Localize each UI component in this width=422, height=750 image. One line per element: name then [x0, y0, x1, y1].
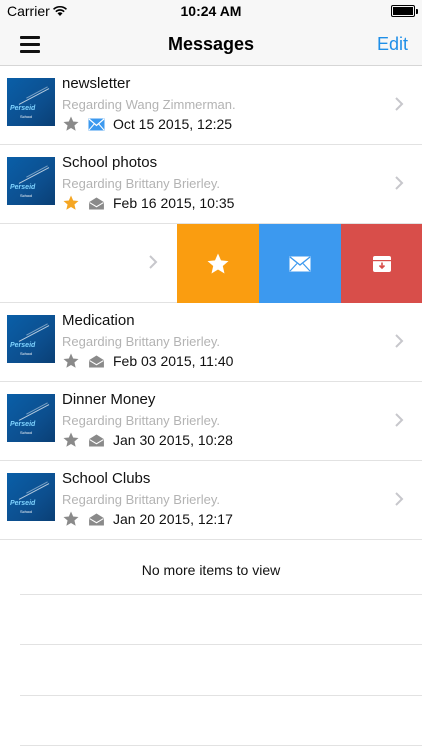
message-row[interactable]: Perseid School Medication Regarding Britt… [0, 303, 422, 382]
envelope-icon [289, 255, 311, 271]
message-date: Jan 20 2015, 12:17 [113, 511, 233, 527]
message-subject: Medication [62, 312, 135, 329]
empty-row-divider [20, 644, 422, 645]
empty-row-divider [20, 594, 422, 595]
envelope-read-icon [89, 513, 104, 526]
message-regarding: Regarding Brittany Brierley. [62, 334, 220, 349]
message-regarding: Regarding Brittany Brierley. [62, 413, 220, 428]
message-date: Feb 03 2015, 11:40 [113, 353, 234, 369]
envelope-read-icon [89, 197, 104, 210]
message-date: Feb 16 2015, 10:35 [113, 195, 235, 211]
message-date: Jan 30 2015, 10:28 [113, 432, 233, 448]
envelope-read-icon [89, 434, 104, 447]
chevron-right-icon [395, 334, 404, 348]
message-regarding: Regarding Brittany Brierley. [62, 176, 220, 191]
star-icon[interactable] [62, 431, 80, 449]
empty-row-divider [20, 745, 422, 746]
clock: 10:24 AM [180, 3, 242, 19]
message-date: Oct 15 2015, 12:25 [113, 116, 233, 132]
star-icon[interactable] [62, 194, 80, 212]
message-row[interactable]: Perseid School School photos Regarding Br… [0, 145, 422, 224]
battery-icon [391, 5, 418, 17]
thumbnail-placeholder [7, 232, 59, 284]
swiped-message-row[interactable] [0, 224, 422, 303]
star-action-button[interactable] [177, 224, 259, 303]
star-icon [207, 253, 229, 273]
page-title: Messages [167, 34, 255, 54]
star-icon[interactable] [62, 510, 80, 528]
school-logo-thumbnail: Perseid School [7, 157, 55, 205]
envelope-read-icon [89, 355, 104, 368]
empty-row-divider [20, 695, 422, 696]
school-logo-thumbnail: Perseid School [7, 473, 55, 521]
message-regarding: Regarding Wang Zimmerman. [62, 97, 236, 112]
envelope-unread-icon [88, 118, 105, 131]
school-logo-thumbnail: Perseid School [7, 78, 55, 126]
message-subject: newsletter [62, 75, 131, 92]
school-logo-thumbnail: Perseid School [7, 394, 55, 442]
navigation-bar: Messages Edit [0, 22, 422, 66]
message-regarding: Regarding Brittany Brierley. [62, 492, 220, 507]
chevron-right-icon [395, 97, 404, 111]
message-subject: School Clubs [62, 470, 151, 487]
status-bar: Carrier 10:24 AM [0, 0, 422, 22]
message-row[interactable]: Perseid School Dinner Money Regarding Bri… [0, 382, 422, 461]
message-subject: Dinner Money [62, 391, 156, 408]
message-row[interactable]: Perseid School School Clubs Regarding Bri… [0, 461, 422, 540]
edit-button[interactable]: Edit [377, 34, 408, 55]
chevron-right-icon [149, 255, 158, 269]
school-logo-thumbnail: Perseid School [7, 315, 55, 363]
chevron-right-icon [395, 492, 404, 506]
chevron-right-icon [395, 413, 404, 427]
message-subject: School photos [62, 154, 158, 171]
star-icon[interactable] [62, 115, 80, 133]
archive-action-button[interactable] [341, 224, 422, 303]
mark-read-action-button[interactable] [259, 224, 341, 303]
star-icon[interactable] [62, 352, 80, 370]
message-list: Perseid School newsletter Regarding Wang … [0, 66, 422, 540]
archive-icon [372, 255, 391, 272]
message-row[interactable]: Perseid School newsletter Regarding Wang … [0, 66, 422, 145]
chevron-right-icon [395, 176, 404, 190]
no-more-items-label: No more items to view [141, 562, 281, 578]
